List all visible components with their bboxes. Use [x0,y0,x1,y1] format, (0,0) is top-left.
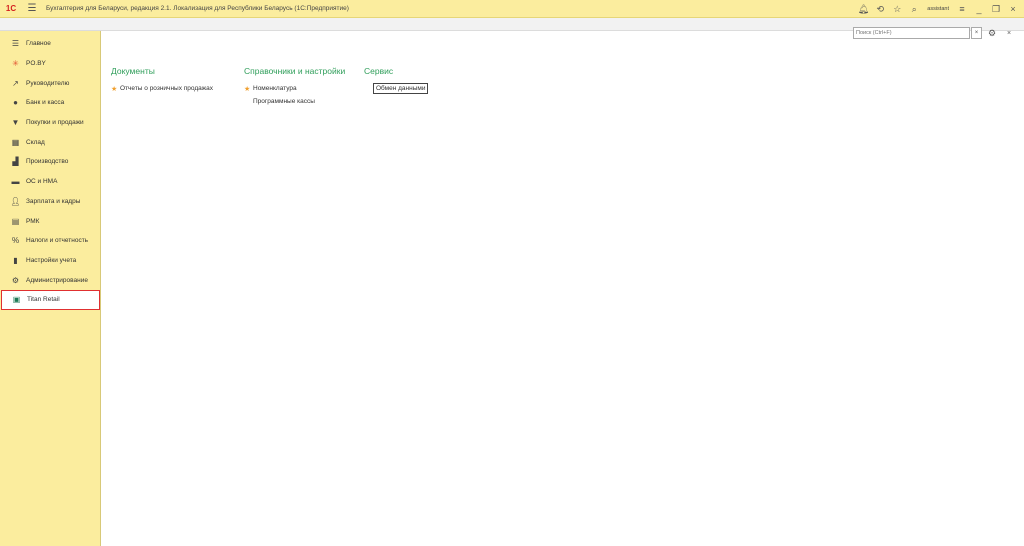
sidebar-item-taxes[interactable]: % Налоги и отчетность [0,231,100,251]
close-icon[interactable]: × [1003,27,1015,39]
search-clear-button[interactable]: × [971,27,982,39]
search-icon[interactable]: ⌕ [907,2,921,16]
link-data-exchange[interactable]: Обмен данными [373,83,429,94]
sidebar-item-label: Банк и касса [26,99,65,107]
section-documents: Документы ★ Отчеты о розничных продажах [111,66,213,95]
sidebar-item-accounting-settings[interactable]: ▮ Настройки учета [0,251,100,271]
title-bar: 1С ☰ Бухгалтерия для Беларуси, редакция … [0,0,1024,18]
star-icon[interactable]: ★ [244,85,253,93]
search-input[interactable] [854,30,969,36]
section-references: Справочники и настройки ★ Номенклатура П… [244,66,345,108]
sidebar-item-label: Покупки и продажи [26,119,84,127]
sidebar-item-production[interactable]: ▟ Производство [0,152,100,172]
sidebar-item-label: Главное [26,40,51,48]
settings-menu-icon[interactable]: ≡ [955,2,969,16]
favorite-icon[interactable]: ☆ [890,2,904,16]
sidebar-item-bank[interactable]: ● Банк и касса [0,93,100,113]
star-icon[interactable]: ★ [111,85,120,93]
section-title: Сервис [364,66,394,76]
sidebar-item-rmk[interactable]: ▤ РМК [0,211,100,231]
factory-icon: ▟ [12,157,19,167]
cart-icon: ▼ [11,118,20,128]
link-software-registers[interactable]: Программные кассы [253,98,315,105]
warehouse-icon: ▦ [11,137,20,147]
section-service: Сервис Обмен данными [364,66,429,95]
bell-icon[interactable]: 🔔︎ [856,2,870,16]
sidebar-item-main[interactable]: ☰ Главное [0,34,100,54]
close-window-icon[interactable]: × [1006,2,1020,16]
list-item: Обмен данными [364,82,429,95]
sidebar-item-salary[interactable]: 👤︎ Зарплата и кадры [0,192,100,212]
sidebar-item-label: Titan Retail [27,296,60,304]
sidebar-item-label: РМК [26,217,40,225]
section-title: Документы [111,66,155,76]
title-bar-controls: 🔔︎ ⟲ ☆ ⌕ assistant ≡ _ ❐ × [856,0,1020,18]
sidebar-item-poby[interactable]: ✳ PO.BY [0,54,100,74]
gear-icon: ⚙ [11,275,20,285]
bank-icon: ● [13,98,18,108]
list-item: ★ Отчеты о розничных продажах [111,82,213,95]
register-icon: ▤ [11,216,20,226]
user-name[interactable]: assistant [927,6,949,12]
sidebar-item-label: Зарплата и кадры [26,197,81,205]
sidebar-item-label: Налоги и отчетность [26,237,89,245]
trend-icon: ↗ [12,78,19,88]
link-retail-sales-reports[interactable]: Отчеты о розничных продажах [120,85,213,92]
history-icon[interactable]: ⟲ [873,2,887,16]
sidebar-item-label: PO.BY [26,60,46,68]
sidebar-item-administration[interactable]: ⚙ Администрирование [0,270,100,290]
sidebar-item-assets[interactable]: ▬ ОС и НМА [0,172,100,192]
main-content: × ⚙ × Документы ★ Отчеты о розничных про… [101,27,1024,546]
list-icon: ☰ [11,39,20,49]
app-logo-icon[interactable]: 1С [0,0,22,18]
main-menu-icon[interactable]: ☰ [22,0,42,18]
link-nomenclature[interactable]: Номенклатура [253,85,297,92]
minimize-icon[interactable]: _ [972,2,986,16]
sun-icon: ✳ [12,59,19,69]
sidebar-item-label: Склад [26,138,45,146]
book-icon: ▮ [13,255,18,265]
percent-icon: % [11,236,20,246]
app-title: Бухгалтерия для Беларуси, редакция 2.1. … [46,5,349,12]
sidebar-item-titan-retail[interactable]: ▣ Titan Retail [1,289,100,310]
truck-icon: ▬ [11,177,20,187]
list-item: ★ Номенклатура [244,82,345,95]
sidebar-item-label: Администрирование [26,276,88,284]
restore-icon[interactable]: ❐ [989,2,1003,16]
sidebar-item-label: Производство [26,158,69,166]
sidebar-item-purchases[interactable]: ▼ Покупки и продажи [0,113,100,133]
person-icon: 👤︎ [10,196,21,206]
search-box[interactable] [853,27,970,39]
sidebar-item-warehouse[interactable]: ▦ Склад [0,132,100,152]
sidebar-item-label: Руководителю [26,79,70,87]
section-title: Справочники и настройки [244,66,346,76]
titan-icon: ▣ [12,295,21,305]
sidebar: ☰ Главное ✳ PO.BY ↗ Руководителю ● Банк … [0,31,101,546]
sidebar-item-label: Настройки учета [26,256,77,264]
gear-icon[interactable]: ⚙ [986,27,998,39]
list-item: Программные кассы [244,95,345,108]
sidebar-item-label: ОС и НМА [26,178,58,186]
sidebar-item-manager[interactable]: ↗ Руководителю [0,73,100,93]
